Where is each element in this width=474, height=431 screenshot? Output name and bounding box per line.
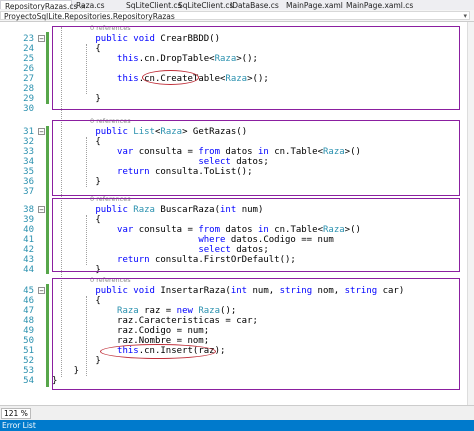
member-dropdown[interactable]: ProyectoSqlLite.Repositories.RepositoryR… [0, 11, 470, 21]
line-number: 24 [23, 44, 34, 54]
error-list-tab[interactable]: Error List [0, 420, 474, 431]
line-number: 51 [23, 346, 34, 356]
tab-3[interactable]: SqLiteClient.cs [174, 0, 233, 10]
line-number: 42 [23, 245, 34, 255]
editor-status-bar: 121 % [0, 405, 474, 420]
collapse-toggle-icon[interactable]: − [38, 287, 45, 295]
line-number: 53 [23, 366, 34, 376]
line-number: 30 [23, 104, 34, 114]
line-number: 26 [23, 64, 34, 74]
collapse-toggle-icon[interactable]: − [38, 128, 45, 136]
tab-label: Raza.cs [76, 1, 105, 10]
tab-label: MainPage.xaml.cs [346, 1, 414, 10]
line-number: 31 [23, 127, 34, 137]
line-number: 28 [23, 84, 34, 94]
line-number: 37 [23, 187, 34, 197]
method-highlight-box [52, 26, 460, 110]
zoom-level-dropdown[interactable]: 121 % [1, 408, 31, 419]
collapse-toggle-icon[interactable]: − [38, 35, 45, 43]
line-number: 39 [23, 215, 34, 225]
line-number: 34 [23, 157, 34, 167]
line-number: 25 [23, 54, 34, 64]
method-highlight-box [52, 198, 460, 272]
method-highlight-box [52, 278, 460, 390]
line-number: 44 [23, 265, 34, 275]
line-number: 41 [23, 235, 34, 245]
line-number: 36 [23, 177, 34, 187]
line-number: 29 [23, 94, 34, 104]
chevron-down-icon: ▾ [463, 12, 467, 20]
line-number: 49 [23, 326, 34, 336]
tab-5[interactable]: MainPage.xaml [282, 0, 343, 10]
line-number: 45 [23, 286, 34, 296]
member-dropdown-value: ProyectoSqlLite.Repositories.RepositoryR… [4, 12, 175, 21]
change-tracking-bar [46, 204, 49, 274]
tab-1[interactable]: Raza.cs [72, 0, 122, 10]
vertical-scrollbar[interactable] [467, 22, 474, 405]
code-editor[interactable]: 0 references 0 references 0 references 0 re… [0, 22, 474, 405]
error-list-label: Error List [2, 421, 36, 430]
tab-0[interactable]: RepositoryRazas.cs × [0, 0, 86, 11]
line-number: 54 [23, 376, 34, 386]
line-number: 48 [23, 316, 34, 326]
tab-label: IDataBase.cs [230, 1, 279, 10]
annotation-oval [100, 344, 216, 359]
tab-2[interactable]: SqLiteClient.cs [122, 0, 181, 10]
change-tracking-bar [46, 126, 49, 206]
line-number: 50 [23, 336, 34, 346]
line-number: 43 [23, 255, 34, 265]
method-highlight-box [52, 120, 460, 196]
line-number: 47 [23, 306, 34, 316]
change-tracking-bar [46, 284, 49, 387]
line-number: 46 [23, 296, 34, 306]
change-tracking-bar [46, 32, 49, 104]
line-number: 23 [23, 34, 34, 44]
tab-label: MainPage.xaml [286, 1, 343, 10]
line-number: 35 [23, 167, 34, 177]
collapse-toggle-icon[interactable]: − [38, 206, 45, 214]
line-number: 32 [23, 137, 34, 147]
navigation-bar: ProyectoSqlLite.Repositories.RepositoryR… [0, 10, 474, 22]
tab-4[interactable]: IDataBase.cs [226, 0, 282, 10]
line-number: 27 [23, 74, 34, 84]
annotation-oval [142, 70, 199, 85]
line-number: 52 [23, 356, 34, 366]
line-number: 40 [23, 225, 34, 235]
tab-6[interactable]: MainPage.xaml.cs [342, 0, 474, 10]
line-number: 33 [23, 147, 34, 157]
line-number: 38 [23, 205, 34, 215]
